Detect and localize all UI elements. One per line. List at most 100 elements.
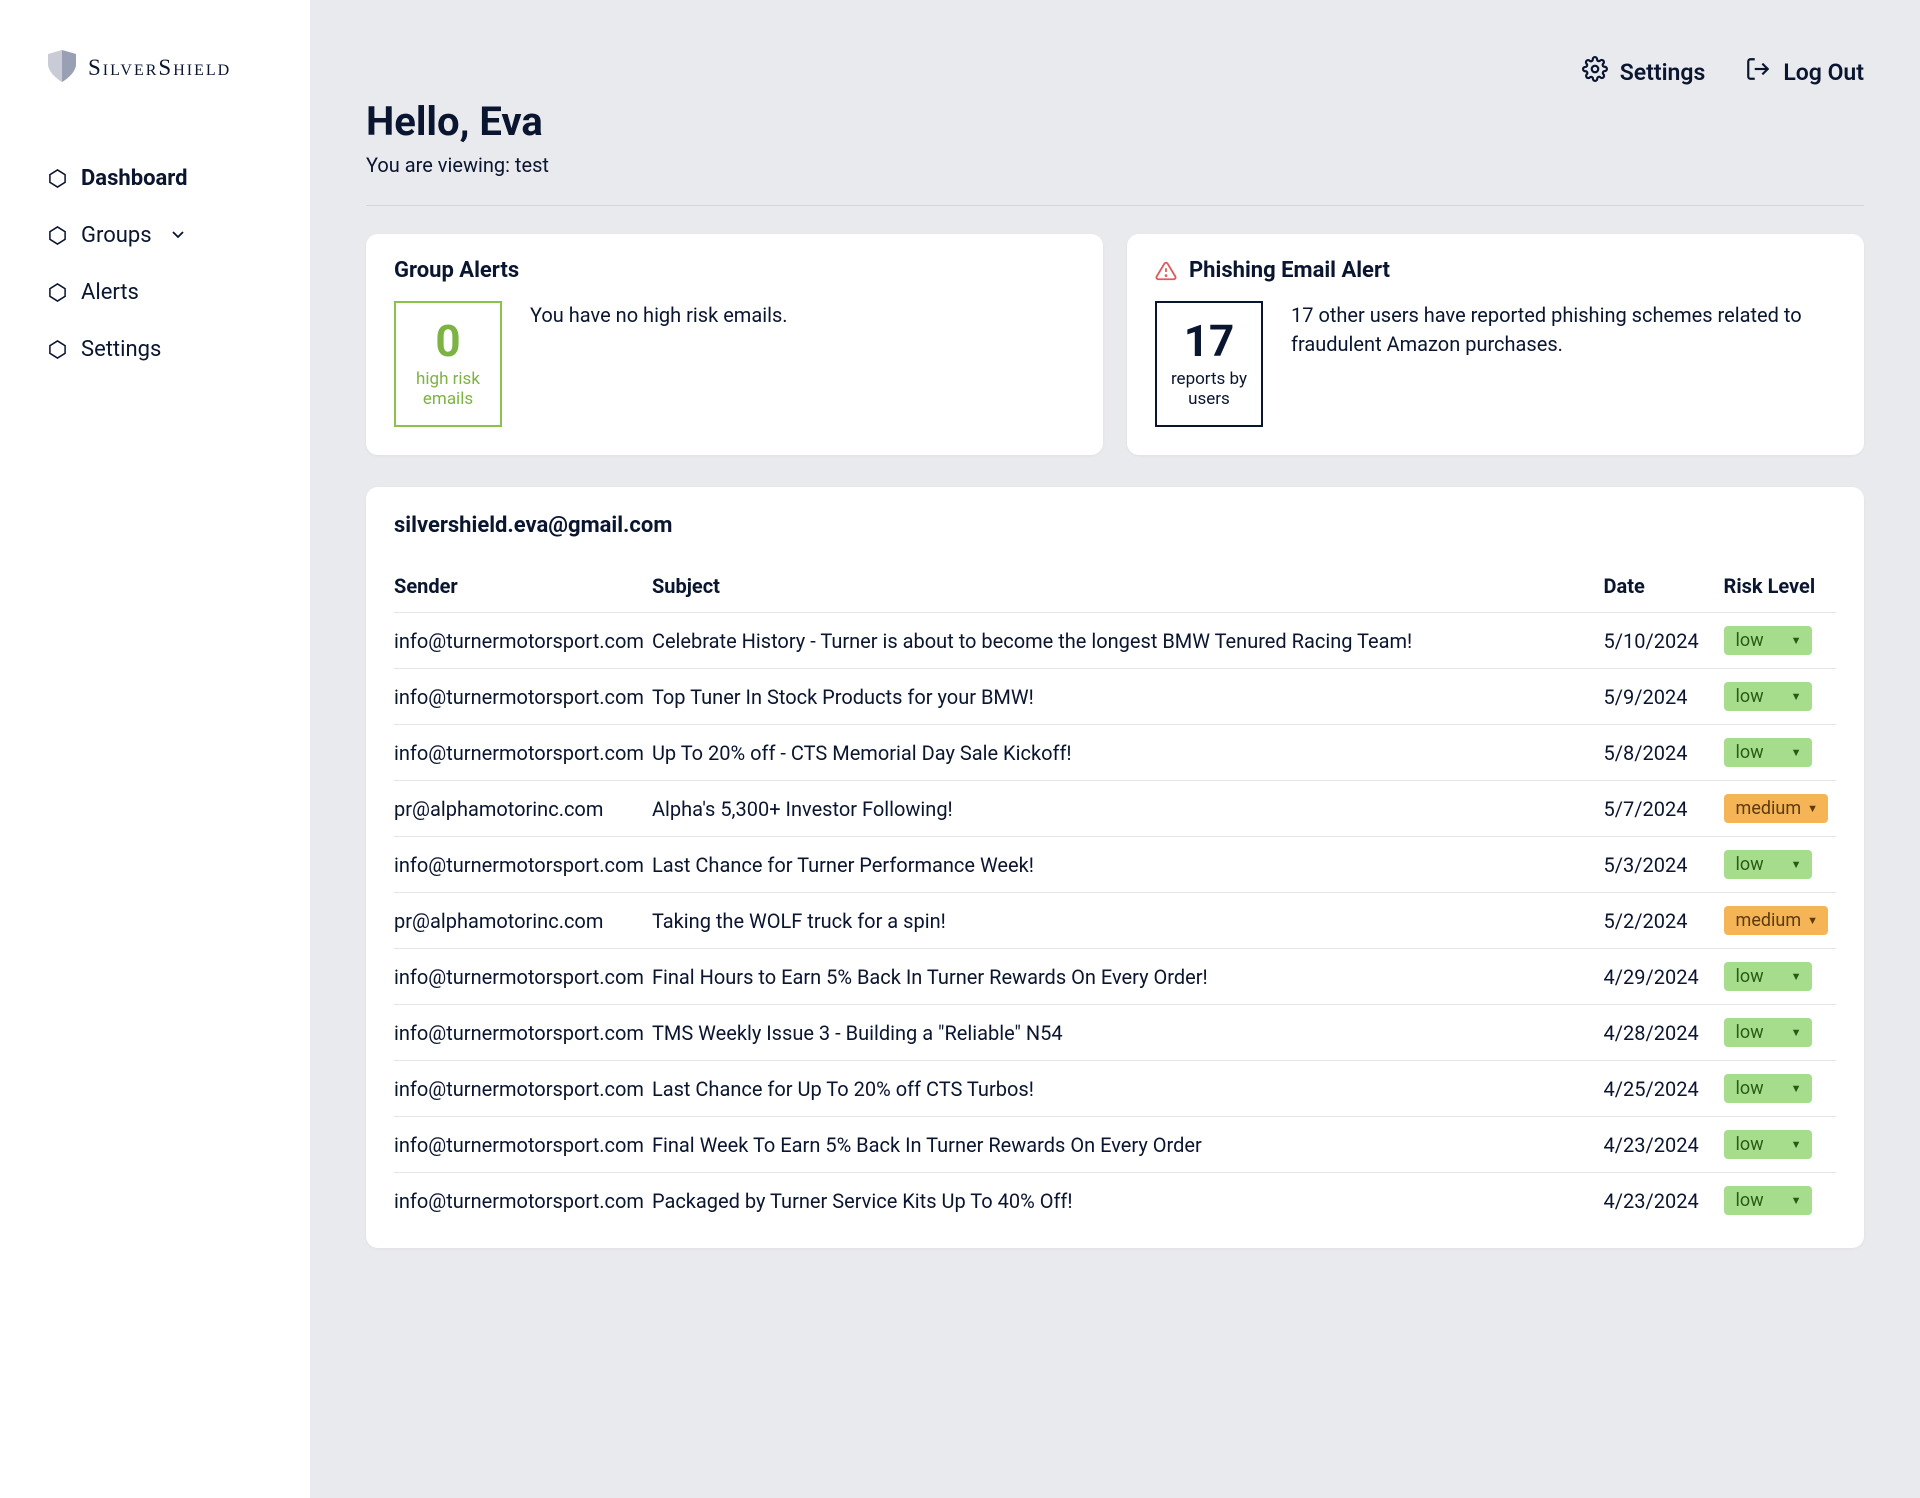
table-row[interactable]: pr@alphamotorinc.comTaking the WOLF truc…	[394, 893, 1836, 949]
stat-number: 0	[435, 319, 460, 363]
settings-button[interactable]: Settings	[1582, 56, 1706, 88]
table-row[interactable]: info@turnermotorsport.comUp To 20% off -…	[394, 725, 1836, 781]
risk-label: low	[1736, 630, 1764, 651]
risk-badge[interactable]: low ▼	[1724, 962, 1812, 991]
cell-date: 5/3/2024	[1604, 837, 1724, 893]
nav-label: Groups	[81, 223, 152, 248]
gear-icon	[1582, 56, 1608, 88]
cell-subject: Top Tuner In Stock Products for your BMW…	[652, 669, 1604, 725]
card-title: Phishing Email Alert	[1189, 258, 1390, 283]
caret-down-icon: ▼	[1791, 1194, 1802, 1207]
caret-down-icon: ▼	[1791, 1026, 1802, 1039]
risk-badge[interactable]: low▼	[1724, 738, 1812, 767]
table-row[interactable]: info@turnermotorsport.comLast Chance for…	[394, 1061, 1836, 1117]
card-text: 17 other users have reported phishing sc…	[1291, 301, 1836, 359]
risk-label: low	[1736, 854, 1764, 875]
cell-subject: Final Week To Earn 5% Back In Turner Rew…	[652, 1117, 1604, 1173]
phishing-count-box: 17 reports by users	[1155, 301, 1263, 427]
risk-label: low	[1736, 966, 1764, 987]
cell-subject: TMS Weekly Issue 3 - Building a "Reliabl…	[652, 1005, 1604, 1061]
nav-groups[interactable]: Groups	[48, 223, 310, 248]
cell-subject: Up To 20% off - CTS Memorial Day Sale Ki…	[652, 725, 1604, 781]
cell-date: 5/10/2024	[1604, 613, 1724, 669]
logout-button[interactable]: Log Out	[1745, 56, 1864, 88]
cell-risk: low ▼	[1724, 613, 1836, 669]
col-header-risk: Risk Level	[1724, 564, 1836, 613]
cell-risk: low ▼	[1724, 1061, 1836, 1117]
nav-label: Alerts	[81, 280, 139, 305]
cell-sender: info@turnermotorsport.com	[394, 1117, 652, 1173]
email-table: Sender Subject Date Risk Level info@turn…	[394, 564, 1836, 1228]
risk-label: low	[1736, 1078, 1764, 1099]
phishing-alert-card: Phishing Email Alert 17 reports by users…	[1127, 234, 1864, 455]
nav-label: Settings	[81, 337, 161, 362]
inbox-email: silvershield.eva@gmail.com	[394, 513, 1836, 538]
risk-badge[interactable]: low▼	[1724, 682, 1812, 711]
risk-label: medium	[1736, 798, 1802, 819]
hexagon-icon	[48, 169, 67, 188]
cell-subject: Alpha's 5,300+ Investor Following!	[652, 781, 1604, 837]
risk-badge[interactable]: low ▼	[1724, 850, 1812, 879]
table-row[interactable]: info@turnermotorsport.comFinal Hours to …	[394, 949, 1836, 1005]
risk-badge[interactable]: medium▼	[1724, 794, 1828, 823]
cell-risk: medium▼	[1724, 781, 1836, 837]
col-header-date: Date	[1604, 564, 1724, 613]
risk-badge[interactable]: low▼	[1724, 1186, 1812, 1215]
brand-logo[interactable]: SilverShield	[48, 50, 310, 86]
cell-subject: Last Chance for Turner Performance Week!	[652, 837, 1604, 893]
cell-sender: info@turnermotorsport.com	[394, 949, 652, 1005]
shield-icon	[48, 50, 76, 86]
cell-sender: info@turnermotorsport.com	[394, 725, 652, 781]
risk-label: low	[1736, 1022, 1764, 1043]
cell-sender: info@turnermotorsport.com	[394, 837, 652, 893]
cell-sender: pr@alphamotorinc.com	[394, 781, 652, 837]
risk-badge[interactable]: low ▼	[1724, 1074, 1812, 1103]
warning-icon	[1155, 260, 1177, 282]
cell-sender: info@turnermotorsport.com	[394, 669, 652, 725]
main-content: Settings Log Out Hello, Eva You are view…	[310, 0, 1920, 1498]
caret-down-icon: ▼	[1791, 1138, 1802, 1151]
cell-risk: medium▼	[1724, 893, 1836, 949]
risk-badge[interactable]: low ▼	[1724, 626, 1812, 655]
table-row[interactable]: info@turnermotorsport.comLast Chance for…	[394, 837, 1836, 893]
table-row[interactable]: info@turnermotorsport.comPackaged by Tur…	[394, 1173, 1836, 1229]
cell-subject: Packaged by Turner Service Kits Up To 40…	[652, 1173, 1604, 1229]
cell-sender: info@turnermotorsport.com	[394, 1173, 652, 1229]
risk-badge[interactable]: medium▼	[1724, 906, 1828, 935]
high-risk-count-box: 0 high risk emails	[394, 301, 502, 427]
caret-down-icon: ▼	[1791, 970, 1802, 983]
table-row[interactable]: info@turnermotorsport.comTMS Weekly Issu…	[394, 1005, 1836, 1061]
table-row[interactable]: pr@alphamotorinc.comAlpha's 5,300+ Inves…	[394, 781, 1836, 837]
nav-label: Dashboard	[81, 166, 188, 191]
caret-down-icon: ▼	[1791, 1082, 1802, 1095]
alert-cards: Group Alerts 0 high risk emails You have…	[366, 234, 1864, 455]
inbox-panel: silvershield.eva@gmail.com Sender Subjec…	[366, 487, 1864, 1248]
caret-down-icon: ▼	[1791, 858, 1802, 871]
col-header-subject: Subject	[652, 564, 1604, 613]
nav-alerts[interactable]: Alerts	[48, 280, 310, 305]
nav-settings[interactable]: Settings	[48, 337, 310, 362]
caret-down-icon: ▼	[1791, 746, 1802, 759]
cell-date: 4/23/2024	[1604, 1117, 1724, 1173]
caret-down-icon: ▼	[1791, 634, 1802, 647]
table-row[interactable]: info@turnermotorsport.comCelebrate Histo…	[394, 613, 1836, 669]
divider	[366, 205, 1864, 206]
table-row[interactable]: info@turnermotorsport.comFinal Week To E…	[394, 1117, 1836, 1173]
risk-badge[interactable]: low ▼	[1724, 1018, 1812, 1047]
table-row[interactable]: info@turnermotorsport.comTop Tuner In St…	[394, 669, 1836, 725]
stat-number: 17	[1184, 319, 1235, 363]
cell-risk: low ▼	[1724, 1005, 1836, 1061]
cell-risk: low ▼	[1724, 949, 1836, 1005]
cell-date: 4/23/2024	[1604, 1173, 1724, 1229]
risk-label: medium	[1736, 910, 1802, 931]
nav-dashboard[interactable]: Dashboard	[48, 166, 310, 191]
hexagon-icon	[48, 283, 67, 302]
logout-label: Log Out	[1783, 59, 1864, 86]
stat-label: reports by users	[1165, 369, 1253, 410]
brand-name: SilverShield	[88, 55, 231, 81]
risk-badge[interactable]: low▼	[1724, 1130, 1812, 1159]
sidebar: SilverShield Dashboard Groups	[0, 0, 310, 1498]
caret-down-icon: ▼	[1791, 690, 1802, 703]
settings-label: Settings	[1620, 59, 1706, 86]
viewing-context: You are viewing: test	[366, 153, 1864, 177]
